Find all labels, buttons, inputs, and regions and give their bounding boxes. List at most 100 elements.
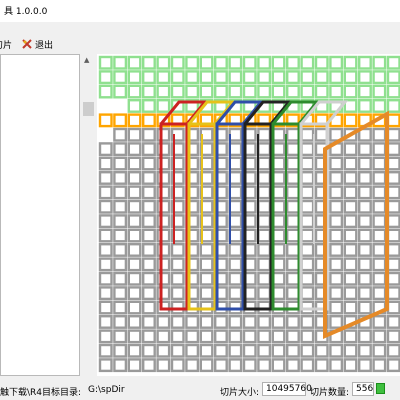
tile-cell[interactable] xyxy=(285,199,300,214)
tile-cell[interactable] xyxy=(98,199,113,214)
tile-cell[interactable] xyxy=(271,170,286,185)
tile-cell[interactable] xyxy=(329,55,344,70)
tile-cell[interactable] xyxy=(257,199,272,214)
tile-cell[interactable] xyxy=(285,185,300,200)
tile-cell[interactable] xyxy=(300,271,315,286)
tile-cell[interactable] xyxy=(127,84,142,99)
tile-cell[interactable] xyxy=(343,70,358,85)
tile-cell[interactable] xyxy=(386,142,400,157)
tile-cell[interactable] xyxy=(271,70,286,85)
tile-cell[interactable] xyxy=(213,84,228,99)
tile-cell[interactable] xyxy=(199,271,214,286)
tile-cell[interactable] xyxy=(257,55,272,70)
tile-cell[interactable] xyxy=(242,315,257,329)
tile-cell[interactable] xyxy=(185,358,200,373)
tile-cell[interactable] xyxy=(285,343,300,358)
tile-cell[interactable] xyxy=(329,70,344,85)
tile-cell[interactable] xyxy=(199,55,214,70)
tile-cell[interactable] xyxy=(170,84,185,99)
tile-cell[interactable] xyxy=(314,358,329,373)
tile-cell[interactable] xyxy=(386,84,400,99)
tile-cell[interactable] xyxy=(127,300,142,315)
tile-cell[interactable] xyxy=(386,55,400,70)
tile-cell[interactable] xyxy=(271,271,286,286)
tile-cell[interactable] xyxy=(300,228,315,243)
tile-cell[interactable] xyxy=(127,286,142,301)
tile-cell[interactable] xyxy=(372,99,387,113)
tile-cell[interactable] xyxy=(242,55,257,70)
tile-cell[interactable] xyxy=(285,214,300,229)
tile-cell[interactable] xyxy=(127,142,142,157)
tile-cell[interactable] xyxy=(127,99,142,113)
tile-cell[interactable] xyxy=(358,214,372,229)
tile-cell[interactable] xyxy=(285,242,300,257)
tile-cell[interactable] xyxy=(329,214,344,229)
tile-cell[interactable] xyxy=(285,156,300,171)
tile-cell[interactable] xyxy=(142,257,156,272)
tile-cell[interactable] xyxy=(386,214,400,229)
tile-cell[interactable] xyxy=(329,228,344,243)
tile-cell[interactable] xyxy=(300,343,315,358)
tile-cell[interactable] xyxy=(300,257,315,272)
tile-cell[interactable] xyxy=(213,70,228,85)
tile-cell[interactable] xyxy=(343,343,358,358)
tile-cell[interactable] xyxy=(329,185,344,200)
tile-cell[interactable] xyxy=(285,170,300,185)
tile-cell[interactable] xyxy=(142,113,156,128)
tile-cell[interactable] xyxy=(113,358,128,373)
tile-cell[interactable] xyxy=(372,55,387,70)
tile-cell[interactable] xyxy=(257,329,272,344)
tile-cell[interactable] xyxy=(142,99,156,113)
tile-cell[interactable] xyxy=(300,199,315,214)
tile-cell[interactable] xyxy=(113,257,128,272)
tile-cell[interactable] xyxy=(343,84,358,99)
tile-cell[interactable] xyxy=(113,156,128,171)
tile-cell[interactable] xyxy=(343,300,358,315)
tile-cell[interactable] xyxy=(300,156,315,171)
tile-cell[interactable] xyxy=(156,127,171,142)
tile-cell[interactable] xyxy=(228,185,243,200)
tile-cell[interactable] xyxy=(113,127,128,142)
tile-cell[interactable] xyxy=(329,300,344,315)
tile-cell[interactable] xyxy=(300,127,315,142)
tile-cell[interactable] xyxy=(156,185,171,200)
tile-cell[interactable] xyxy=(343,242,358,257)
tile-cell[interactable] xyxy=(156,343,171,358)
tile-cell[interactable] xyxy=(156,228,171,243)
tile-cell[interactable] xyxy=(300,170,315,185)
tile-cell[interactable] xyxy=(185,329,200,344)
tile-cell[interactable] xyxy=(156,70,171,85)
tile-cell[interactable] xyxy=(113,142,128,157)
tile-cell[interactable] xyxy=(156,242,171,257)
tile-cell[interactable] xyxy=(358,271,372,286)
tile-cell[interactable] xyxy=(285,315,300,329)
tile-cell[interactable] xyxy=(113,315,128,329)
tile-cell[interactable] xyxy=(358,55,372,70)
tile-cell[interactable] xyxy=(228,70,243,85)
tile-cell[interactable] xyxy=(142,55,156,70)
tile-cell[interactable] xyxy=(285,70,300,85)
tile-cell[interactable] xyxy=(98,214,113,229)
tile-cell[interactable] xyxy=(343,271,358,286)
tile-cell[interactable] xyxy=(358,170,372,185)
tile-cell[interactable] xyxy=(386,271,400,286)
tile-cell[interactable] xyxy=(386,199,400,214)
tile-cell[interactable] xyxy=(142,242,156,257)
tile-grid[interactable] xyxy=(97,54,400,376)
tile-cell[interactable] xyxy=(199,343,214,358)
tile-cell[interactable] xyxy=(300,70,315,85)
tile-cell[interactable] xyxy=(358,242,372,257)
tile-cell[interactable] xyxy=(329,84,344,99)
tile-cell[interactable] xyxy=(372,242,387,257)
tile-cell[interactable] xyxy=(343,156,358,171)
tile-cell[interactable] xyxy=(156,214,171,229)
tile-cell[interactable] xyxy=(156,271,171,286)
tile-cell[interactable] xyxy=(285,228,300,243)
tile-cell[interactable] xyxy=(271,242,286,257)
tile-cell[interactable] xyxy=(358,84,372,99)
tile-cell[interactable] xyxy=(98,315,113,329)
tile-cell[interactable] xyxy=(386,170,400,185)
tile-cell[interactable] xyxy=(156,315,171,329)
tile-cell[interactable] xyxy=(98,170,113,185)
tile-cell[interactable] xyxy=(156,142,171,157)
